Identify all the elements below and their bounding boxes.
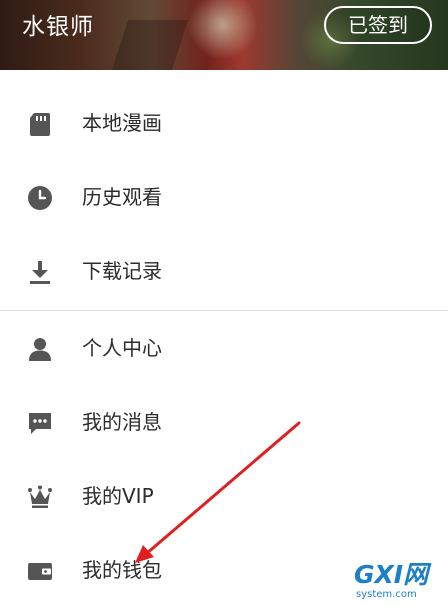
sd-card-icon [27, 111, 53, 137]
menu-item-history[interactable]: 历史观看 [0, 160, 448, 234]
menu-item-label: 本地漫画 [82, 111, 162, 135]
wallet-icon [27, 558, 53, 584]
username[interactable]: 水银师 [22, 12, 94, 42]
crown-icon [27, 484, 53, 510]
watermark-logo: GXI网 [354, 560, 429, 589]
watermark: GXI网 system.com [354, 561, 448, 601]
menu-item-label: 我的消息 [82, 410, 162, 434]
menu-item-local-comics[interactable]: 本地漫画 [0, 86, 448, 160]
menu-item-profile[interactable]: 个人中心 [0, 311, 448, 385]
download-icon [27, 259, 53, 285]
menu-item-label: 我的VIP [82, 484, 154, 508]
menu-item-downloads[interactable]: 下载记录 [0, 234, 448, 308]
watermark-site: system.com [356, 589, 417, 600]
profile-header: 水银师 已签到 [0, 0, 448, 70]
menu-item-vip[interactable]: 我的VIP [0, 459, 448, 533]
clock-icon [27, 185, 53, 211]
menu-item-label: 我的钱包 [82, 558, 162, 582]
menu-item-label: 个人中心 [82, 336, 162, 360]
menu-item-label: 历史观看 [82, 185, 162, 209]
checkin-button[interactable]: 已签到 [324, 6, 432, 44]
menu-item-messages[interactable]: 我的消息 [0, 385, 448, 459]
menu-item-label: 下载记录 [82, 259, 162, 283]
person-icon [27, 336, 53, 362]
message-icon [27, 410, 53, 436]
